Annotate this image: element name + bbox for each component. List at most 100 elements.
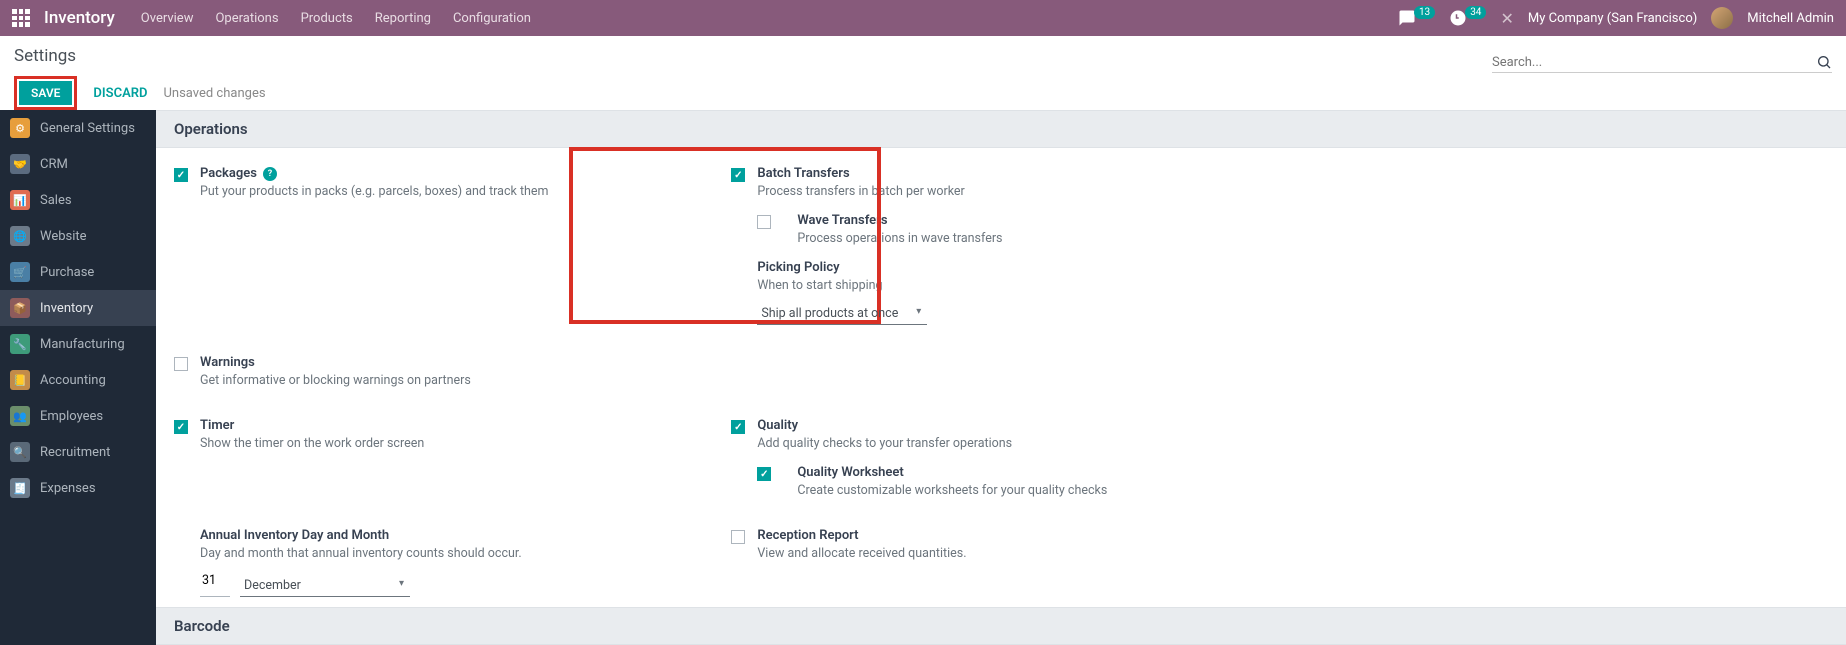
packages-label: Packages bbox=[200, 166, 257, 181]
worksheet-label: Quality Worksheet bbox=[797, 465, 1107, 480]
receipt-icon: 🧾 bbox=[10, 478, 30, 498]
gear-icon: ⚙ bbox=[10, 118, 30, 138]
globe-icon: 🌐 bbox=[10, 226, 30, 246]
save-button[interactable]: SAVE bbox=[19, 81, 72, 105]
section-operations: Operations bbox=[156, 110, 1846, 148]
batch-label: Batch Transfers bbox=[757, 166, 1002, 181]
quality-desc: Add quality checks to your transfer oper… bbox=[757, 436, 1107, 451]
picking-select[interactable]: Ship all products at once bbox=[757, 303, 927, 325]
reception-checkbox[interactable] bbox=[731, 530, 745, 544]
page-title: Settings bbox=[14, 46, 1492, 66]
help-icon[interactable]: ? bbox=[263, 167, 277, 181]
worksheet-desc: Create customizable worksheets for your … bbox=[797, 483, 1107, 498]
warnings-label: Warnings bbox=[200, 355, 471, 370]
quality-checkbox[interactable] bbox=[731, 420, 745, 434]
avatar[interactable] bbox=[1711, 7, 1733, 29]
nav-reporting[interactable]: Reporting bbox=[375, 11, 431, 26]
section-barcode: Barcode bbox=[156, 607, 1846, 645]
search-icon bbox=[1816, 54, 1832, 70]
activity-button[interactable]: 34 bbox=[1449, 9, 1486, 27]
search-box[interactable] bbox=[1492, 52, 1832, 73]
sidebar-item-label: Inventory bbox=[40, 301, 93, 316]
sidebar-item-accounting[interactable]: 📒 Accounting bbox=[0, 362, 156, 398]
wave-desc: Process operations in wave transfers bbox=[797, 231, 1002, 246]
sidebar-item-label: Website bbox=[40, 229, 87, 244]
setting-reception: Reception Report View and allocate recei… bbox=[731, 528, 1288, 597]
sidebar-item-label: Employees bbox=[40, 409, 103, 424]
settings-pane: Operations Packages? Put your products i… bbox=[156, 110, 1846, 645]
nav-overview[interactable]: Overview bbox=[141, 11, 194, 26]
sidebar-item-label: General Settings bbox=[40, 121, 135, 136]
picking-label: Picking Policy bbox=[757, 260, 1002, 275]
app-brand: Inventory bbox=[44, 8, 115, 28]
settings-sidebar: ⚙ General Settings 🤝 CRM 📊Sales 🌐 Website 🛒… bbox=[0, 110, 156, 645]
setting-annual: Annual Inventory Day and Month Day and m… bbox=[174, 528, 731, 597]
sidebar-item-general[interactable]: ⚙ General Settings bbox=[0, 110, 156, 146]
batch-checkbox[interactable] bbox=[731, 168, 745, 182]
unsaved-indicator: Unsaved changes bbox=[163, 86, 265, 101]
sidebar-item-label: CRM bbox=[40, 157, 68, 172]
annual-desc: Day and month that annual inventory coun… bbox=[200, 546, 522, 561]
sidebar-item-employees[interactable]: 👥 Employees bbox=[0, 398, 156, 434]
setting-quality: Quality Add quality checks to your trans… bbox=[731, 418, 1288, 498]
sidebar-item-label: Manufacturing bbox=[40, 337, 125, 352]
warnings-checkbox[interactable] bbox=[174, 357, 188, 371]
sidebar-item-website[interactable]: 🌐 Website bbox=[0, 218, 156, 254]
sidebar-item-crm[interactable]: 🤝 CRM bbox=[0, 146, 156, 182]
save-highlight-annotation: SAVE bbox=[14, 76, 77, 110]
annual-label: Annual Inventory Day and Month bbox=[200, 528, 522, 543]
user-menu[interactable]: Mitchell Admin bbox=[1747, 11, 1834, 26]
reception-desc: View and allocate received quantities. bbox=[757, 546, 966, 561]
book-icon: 📒 bbox=[10, 370, 30, 390]
sidebar-item-purchase[interactable]: 🛒 Purchase bbox=[0, 254, 156, 290]
nav-menu: Overview Operations Products Reporting C… bbox=[141, 11, 531, 26]
messaging-button[interactable]: 13 bbox=[1398, 9, 1435, 27]
reception-label: Reception Report bbox=[757, 528, 966, 543]
wrench-icon: 🔧 bbox=[10, 334, 30, 354]
activity-badge: 34 bbox=[1465, 6, 1486, 19]
sidebar-item-inventory[interactable]: 📦 Inventory bbox=[0, 290, 156, 326]
timer-checkbox[interactable] bbox=[174, 420, 188, 434]
apps-grid-icon[interactable] bbox=[12, 9, 30, 27]
wave-label: Wave Transfers bbox=[797, 213, 1002, 228]
company-selector[interactable]: My Company (San Francisco) bbox=[1528, 11, 1697, 26]
box-icon: 📦 bbox=[10, 298, 30, 318]
top-navbar: Inventory Overview Operations Products R… bbox=[0, 0, 1846, 36]
sidebar-item-label: Purchase bbox=[40, 265, 94, 280]
wave-checkbox[interactable] bbox=[757, 215, 771, 229]
timer-desc: Show the timer on the work order screen bbox=[200, 436, 424, 451]
sidebar-item-sales[interactable]: 📊Sales bbox=[0, 182, 156, 218]
sidebar-item-label: Expenses bbox=[40, 481, 96, 496]
annual-month-select[interactable]: December bbox=[240, 575, 410, 597]
setting-warnings: Warnings Get informative or blocking war… bbox=[174, 355, 731, 388]
close-icon[interactable]: ✕ bbox=[1500, 9, 1513, 28]
control-panel: Settings SAVE DISCARD Unsaved changes bbox=[0, 36, 1846, 110]
annual-day-input[interactable] bbox=[200, 565, 230, 597]
chat-badge: 13 bbox=[1414, 6, 1435, 19]
search-input[interactable] bbox=[1492, 55, 1816, 70]
nav-configuration[interactable]: Configuration bbox=[453, 11, 531, 26]
chart-icon: 📊 bbox=[10, 190, 30, 210]
sidebar-item-label: Recruitment bbox=[40, 445, 110, 460]
search-person-icon: 🔍 bbox=[10, 442, 30, 462]
sidebar-item-recruitment[interactable]: 🔍 Recruitment bbox=[0, 434, 156, 470]
sidebar-item-manufacturing[interactable]: 🔧 Manufacturing bbox=[0, 326, 156, 362]
quality-label: Quality bbox=[757, 418, 1107, 433]
cart-icon: 🛒 bbox=[10, 262, 30, 282]
sidebar-item-label: Accounting bbox=[40, 373, 106, 388]
setting-timer: Timer Show the timer on the work order s… bbox=[174, 418, 731, 498]
people-icon: 👥 bbox=[10, 406, 30, 426]
sidebar-item-expenses[interactable]: 🧾 Expenses bbox=[0, 470, 156, 506]
handshake-icon: 🤝 bbox=[10, 154, 30, 174]
setting-batch: Batch Transfers Process transfers in bat… bbox=[731, 166, 1288, 325]
nav-products[interactable]: Products bbox=[301, 11, 353, 26]
packages-desc: Put your products in packs (e.g. parcels… bbox=[200, 184, 549, 199]
setting-packages: Packages? Put your products in packs (e.… bbox=[174, 166, 731, 325]
packages-checkbox[interactable] bbox=[174, 168, 188, 182]
timer-label: Timer bbox=[200, 418, 424, 433]
worksheet-checkbox[interactable] bbox=[757, 467, 771, 481]
discard-button[interactable]: DISCARD bbox=[93, 86, 147, 101]
warnings-desc: Get informative or blocking warnings on … bbox=[200, 373, 471, 388]
nav-operations[interactable]: Operations bbox=[215, 11, 278, 26]
picking-desc: When to start shipping bbox=[757, 278, 1002, 293]
